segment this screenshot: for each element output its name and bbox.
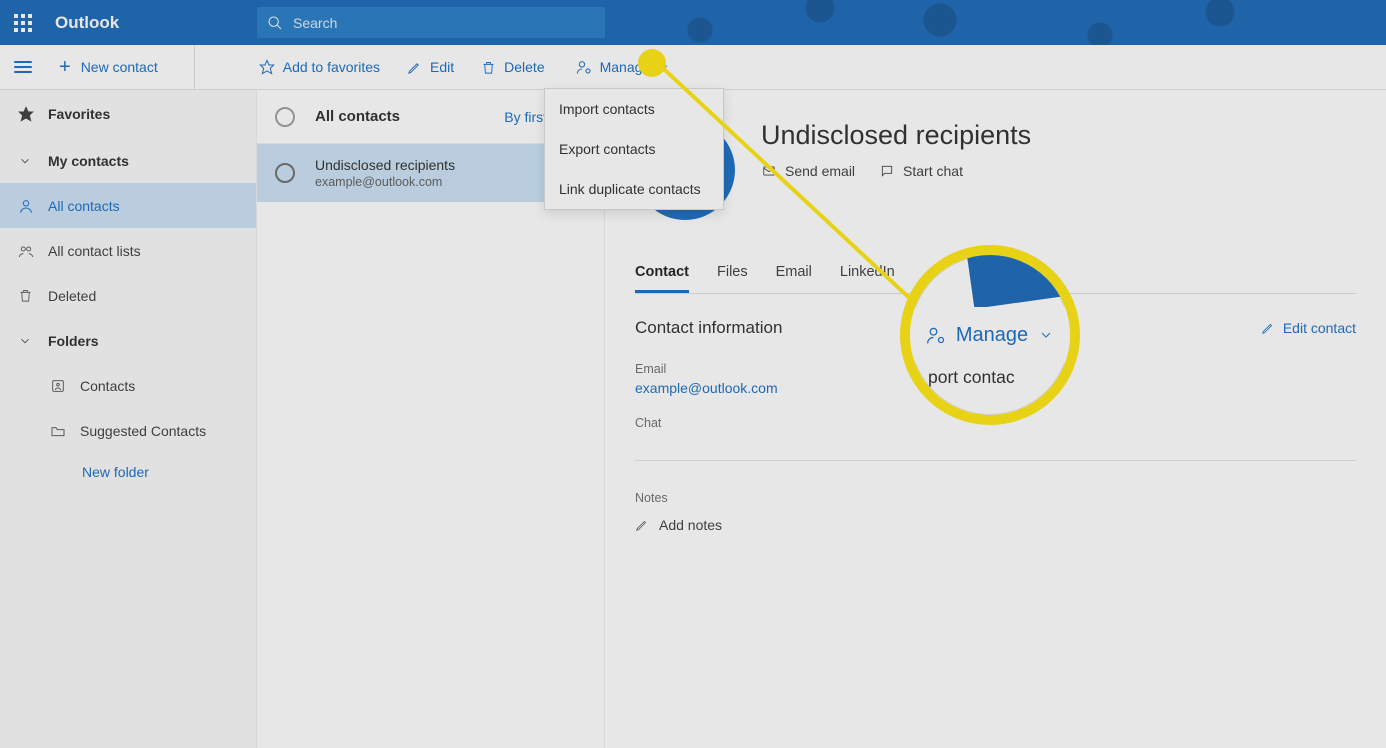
manage-label: Manage [600,59,651,75]
chevron-down-icon[interactable] [176,61,188,73]
edit-contact-label: Edit contact [1283,320,1356,336]
toolbar: + New contact Add to favorites Edit Dele… [0,45,1386,90]
person-icon [18,198,48,214]
nav-folder-contacts[interactable]: Contacts [0,363,256,408]
chevron-down-icon [658,61,670,73]
start-chat-button[interactable]: Start chat [879,163,963,179]
hamburger-button[interactable] [0,58,45,76]
add-to-favorites-label: Add to favorites [283,59,380,75]
tab-email[interactable]: Email [776,264,812,293]
header-decoration [620,0,1386,45]
nav-folder-suggested-label: Suggested Contacts [80,423,206,439]
star-icon [259,59,275,75]
contact-list-title: All contacts [315,108,504,125]
chevron-down-icon [1038,327,1054,343]
contact-title: Undisclosed recipients [761,120,1031,151]
zoom-dropdown-fragment: port contac [928,367,1015,388]
edit-label: Edit [430,59,454,75]
nav-folder-contacts-label: Contacts [80,378,135,394]
pencil-icon [407,60,422,75]
nav-favorites[interactable]: Favorites [0,90,256,138]
tab-linkedin[interactable]: LinkedIn [840,264,895,293]
nav-my-contacts[interactable]: My contacts [0,138,256,183]
app-header: Outlook [0,0,1386,45]
nav-deleted-label: Deleted [48,288,96,304]
nav-folder-suggested[interactable]: Suggested Contacts [0,408,256,453]
add-notes-label: Add notes [659,517,722,533]
edit-contact-button[interactable]: Edit contact [1261,320,1356,336]
search-input[interactable] [293,15,595,31]
annotation-zoom-circle: Manage port contac [900,245,1080,425]
waffle-icon [14,14,32,32]
manage-button[interactable]: Manage [568,53,679,81]
new-contact-label: New contact [81,59,158,75]
person-gear-icon [576,59,592,75]
nav-deleted[interactable]: Deleted [0,273,256,318]
folder-icon [50,423,80,439]
dropdown-export-contacts[interactable]: Export contacts [545,129,723,169]
mail-icon [761,164,777,178]
app-launcher-button[interactable] [0,0,45,45]
star-filled-icon [18,106,48,122]
select-all-circle[interactable] [275,107,295,127]
nav-favorites-label: Favorites [48,106,110,122]
new-contact-button[interactable]: + New contact [45,45,195,90]
nav-all-contact-lists[interactable]: All contact lists [0,228,256,273]
tab-contact[interactable]: Contact [635,264,689,293]
contacts-icon [50,378,80,394]
dropdown-link-duplicates[interactable]: Link duplicate contacts [545,169,723,209]
zoom-header-fragment [967,245,1080,309]
dropdown-import-contacts[interactable]: Import contacts [545,89,723,129]
add-notes-button[interactable]: Add notes [635,517,1356,533]
zoom-manage-button: Manage [926,324,1054,347]
add-to-favorites-button[interactable]: Add to favorites [255,59,384,75]
send-email-label: Send email [785,163,855,179]
send-email-button[interactable]: Send email [761,163,855,179]
nav-folders-label: Folders [48,333,99,349]
delete-label: Delete [504,59,544,75]
manage-dropdown: Import contacts Export contacts Link dup… [544,88,724,210]
trash-icon [481,60,496,75]
nav-new-folder[interactable]: New folder [0,453,256,491]
person-gear-icon [926,325,946,345]
hamburger-icon [14,58,32,76]
section-contact-info: Contact information [635,318,782,338]
people-icon [18,243,48,259]
brand-label: Outlook [55,13,119,33]
select-circle[interactable] [275,163,295,183]
contact-item-email: example@outlook.com [315,175,455,189]
nav-all-contact-lists-label: All contact lists [48,243,141,259]
divider [635,460,1356,461]
nav-my-contacts-label: My contacts [48,153,129,169]
start-chat-label: Start chat [903,163,963,179]
chevron-down-icon [18,334,48,348]
search-box[interactable] [257,7,605,38]
delete-button[interactable]: Delete [477,59,548,75]
chevron-down-icon [18,154,48,168]
contact-item-name: Undisclosed recipients [315,157,455,173]
nav-all-contacts[interactable]: All contacts [0,183,256,228]
search-icon [267,15,283,31]
chat-icon [879,164,895,178]
zoom-manage-label: Manage [956,324,1028,347]
nav-all-contacts-label: All contacts [48,198,120,214]
plus-icon: + [59,56,71,79]
tab-files[interactable]: Files [717,264,748,293]
pencil-icon [1261,321,1275,335]
pencil-icon [635,518,649,532]
edit-button[interactable]: Edit [403,59,458,75]
nav-folders[interactable]: Folders [0,318,256,363]
notes-field-label: Notes [635,491,1356,505]
trash-icon [18,288,48,303]
left-nav: Favorites My contacts All contacts All c… [0,90,257,748]
